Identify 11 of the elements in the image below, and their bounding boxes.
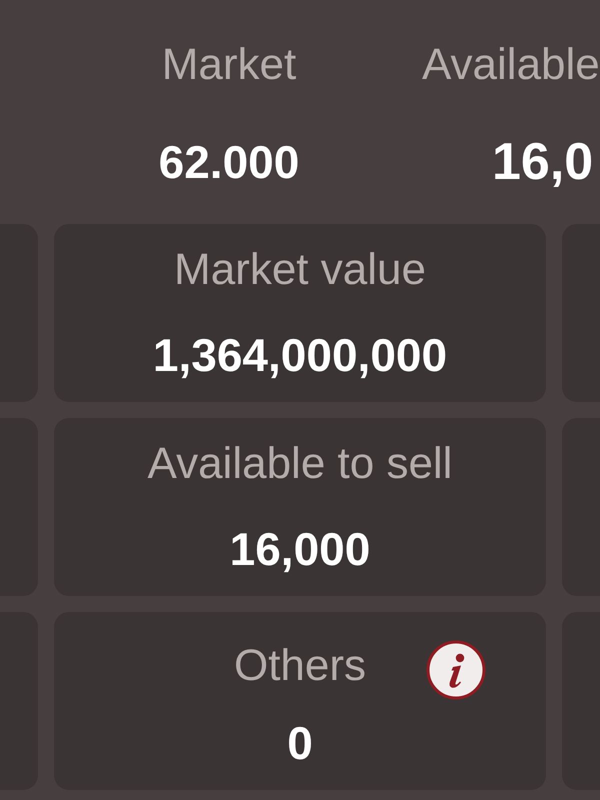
card-value: 1,364,000,000 [152,328,448,382]
stat-label: Market [162,39,296,91]
card-label: Available to sell [148,438,452,490]
stat-value: 62.000 [158,135,300,189]
card-value: 0 [287,716,313,770]
card-label: Market value [174,244,426,296]
card-label: Others [234,640,366,692]
stat-label: Available [422,39,600,91]
info-icon[interactable] [426,640,486,700]
card-value: 16,000 [230,522,370,576]
stat-value: 16,0 [492,135,594,189]
